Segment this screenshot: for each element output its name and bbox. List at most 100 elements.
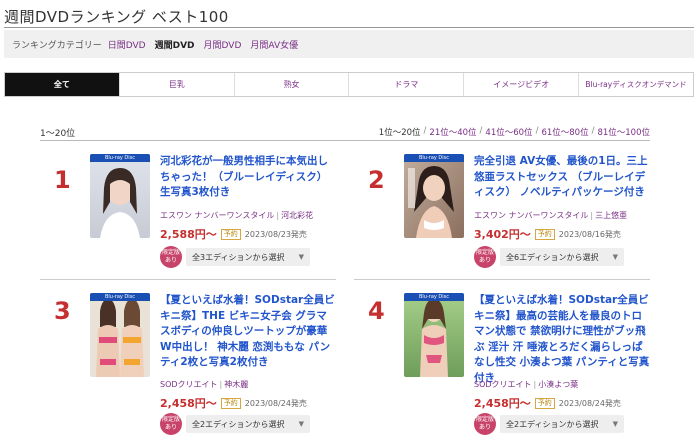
meta-separator: | bbox=[590, 211, 594, 220]
page-separator: / bbox=[535, 126, 539, 136]
category-link-daily[interactable]: 日間DVD bbox=[108, 38, 146, 51]
product-title-link[interactable]: 【夏といえば水着！SODstar全員ビキニ祭】最高の芸能人を最良のトロマン状態で… bbox=[474, 293, 650, 386]
genre-tabs: 全て 巨乳 熟女 ドラマ イメージビデオ Blu-rayディスクオンデマンド bbox=[4, 72, 694, 97]
maker-actress-row: エスワン ナンバーワンスタイル | 三上悠亜 bbox=[474, 210, 627, 221]
product-title-link[interactable]: 【夏といえば水着！SODstar全員ビキニ祭】THE ビキニ女子会 グラマスボデ… bbox=[160, 293, 336, 371]
maker-actress-row: SODクリエイト | 神木麗 bbox=[160, 379, 248, 390]
price-row: 2,458円～ 予約 2023/08/24発売 bbox=[160, 395, 307, 411]
page-title: 週間DVDランキング ベスト100 bbox=[4, 8, 229, 26]
edition-row: 限定版あり 全2エディションから選択 ▼ bbox=[474, 413, 624, 435]
rank-number: 1 bbox=[54, 166, 71, 194]
product-cover-image[interactable]: Blu-ray Disc bbox=[90, 154, 150, 238]
edition-select-label: 全6エディションから選択 bbox=[506, 252, 599, 262]
category-link-monthly-actress[interactable]: 月間AV女優 bbox=[250, 38, 298, 51]
page-link-5[interactable]: 81位～100位 bbox=[597, 126, 650, 138]
chevron-down-icon: ▼ bbox=[612, 420, 618, 428]
page-link-2[interactable]: 21位～40位 bbox=[429, 126, 476, 138]
bluray-badge: Blu-ray Disc bbox=[404, 293, 464, 301]
rank-number: 2 bbox=[368, 166, 385, 194]
edition-select[interactable]: 全3エディションから選択 ▼ bbox=[186, 248, 310, 266]
edition-select[interactable]: 全2エディションから選択 ▼ bbox=[500, 415, 624, 433]
edition-row: 限定版あり 全2エディションから選択 ▼ bbox=[160, 413, 310, 435]
edition-select[interactable]: 全2エディションから選択 ▼ bbox=[186, 415, 310, 433]
meta-separator: | bbox=[276, 211, 280, 220]
category-bar: ランキングカテゴリー 日間DVD 週間DVD 月間DVD 月間AV女優 bbox=[4, 30, 694, 58]
bluray-badge: Blu-ray Disc bbox=[404, 154, 464, 162]
title-divider bbox=[4, 27, 694, 28]
rank-number: 3 bbox=[54, 297, 71, 325]
range-divider bbox=[40, 140, 650, 141]
edition-select-label: 全2エディションから選択 bbox=[192, 419, 285, 429]
ranking-item: 4 Blu-ray Disc 【夏といえば水着！SODstar全員ビキニ祭】最高… bbox=[354, 293, 654, 435]
edition-row: 限定版あり 全6エディションから選択 ▼ bbox=[474, 246, 624, 268]
current-range: 1～20位 bbox=[40, 129, 76, 139]
limited-edition-badge: 限定版あり bbox=[160, 413, 182, 435]
price: 2,458円～ bbox=[160, 397, 217, 410]
tab-mature[interactable]: 熟女 bbox=[234, 73, 350, 96]
pagination: 1位～20位 / 21位～40位 / 41位～60位 / 61位～80位 / 8… bbox=[379, 126, 650, 138]
price: 2,588円～ bbox=[160, 228, 217, 241]
product-cover-image[interactable]: Blu-ray Disc bbox=[404, 293, 464, 377]
release-date: 2023/08/24発売 bbox=[244, 398, 307, 408]
bluray-badge: Blu-ray Disc bbox=[90, 293, 150, 301]
rank-number: 4 bbox=[368, 297, 385, 325]
actress-link[interactable]: 河北彩花 bbox=[281, 211, 313, 220]
edition-row: 限定版あり 全3エディションから選択 ▼ bbox=[160, 246, 310, 268]
price: 3,402円～ bbox=[474, 228, 531, 241]
category-link-monthly[interactable]: 月間DVD bbox=[204, 38, 242, 51]
limited-edition-badge: 限定版あり bbox=[474, 246, 496, 268]
preorder-badge: 予約 bbox=[220, 397, 241, 409]
release-date: 2023/08/16発売 bbox=[558, 229, 621, 239]
product-cover-image[interactable]: Blu-ray Disc bbox=[90, 293, 150, 377]
tab-big-breasts[interactable]: 巨乳 bbox=[119, 73, 235, 96]
tab-image-video[interactable]: イメージビデオ bbox=[464, 73, 580, 96]
tab-bluray-on-demand[interactable]: Blu-rayディスクオンデマンド bbox=[579, 73, 693, 96]
maker-link[interactable]: エスワン ナンバーワンスタイル bbox=[160, 211, 274, 220]
page-link-3[interactable]: 41位～60位 bbox=[485, 126, 532, 138]
product-title-link[interactable]: 河北彩花が一般男性相手に本気出しちゃった！（ブルーレイディスク） 生写真3枚付き bbox=[160, 154, 336, 201]
meta-separator: | bbox=[219, 380, 223, 389]
actress-link[interactable]: 神木麗 bbox=[224, 380, 248, 389]
release-date: 2023/08/24発売 bbox=[558, 398, 621, 408]
ranking-item: 3 Blu-ray Disc 【夏といえば水着！SODstar全員ビキニ祭】TH… bbox=[40, 293, 340, 435]
limited-edition-badge: 限定版あり bbox=[160, 246, 182, 268]
meta-separator: | bbox=[533, 380, 537, 389]
page-separator: / bbox=[479, 126, 483, 136]
item-divider bbox=[354, 279, 650, 280]
category-label: ランキングカテゴリー bbox=[12, 40, 102, 51]
page-link-4[interactable]: 61位～80位 bbox=[541, 126, 588, 138]
preorder-badge: 予約 bbox=[534, 228, 555, 240]
price-row: 2,588円～ 予約 2023/08/23発売 bbox=[160, 226, 307, 242]
chevron-down-icon: ▼ bbox=[298, 420, 304, 428]
product-title-link[interactable]: 完全引退 AV女優、最後の1日。三上悠亜ラストセックス （ブルーレイディスク） … bbox=[474, 154, 650, 201]
page-separator: / bbox=[423, 126, 427, 136]
chevron-down-icon: ▼ bbox=[298, 253, 304, 261]
maker-actress-row: SODクリエイト | 小湊よつ葉 bbox=[474, 379, 578, 390]
preorder-badge: 予約 bbox=[220, 228, 241, 240]
edition-select-label: 全2エディションから選択 bbox=[506, 419, 599, 429]
maker-actress-row: エスワン ナンバーワンスタイル | 河北彩花 bbox=[160, 210, 313, 221]
actress-link[interactable]: 小湊よつ葉 bbox=[538, 380, 578, 389]
limited-edition-badge: 限定版あり bbox=[474, 413, 496, 435]
tab-drama[interactable]: ドラマ bbox=[349, 73, 465, 96]
release-date: 2023/08/23発売 bbox=[244, 229, 307, 239]
maker-link[interactable]: SODクリエイト bbox=[160, 380, 218, 389]
ranking-item: 2 Blu-ray Disc 完全引退 AV女優、最後の1日。三上悠亜ラストセッ… bbox=[354, 154, 654, 294]
price-row: 3,402円～ 予約 2023/08/16発売 bbox=[474, 226, 621, 242]
edition-select-label: 全3エディションから選択 bbox=[192, 252, 285, 262]
edition-select[interactable]: 全6エディションから選択 ▼ bbox=[500, 248, 624, 266]
price-row: 2,458円～ 予約 2023/08/24発売 bbox=[474, 395, 621, 411]
actress-link[interactable]: 三上悠亜 bbox=[595, 211, 627, 220]
page-link-1[interactable]: 1位～20位 bbox=[379, 126, 421, 138]
tab-all[interactable]: 全て bbox=[5, 73, 120, 96]
ranking-item: 1 Blu-ray Disc 河北彩花が一般男性相手に本気出しちゃった！（ブルー… bbox=[40, 154, 340, 294]
preorder-badge: 予約 bbox=[534, 397, 555, 409]
category-link-weekly[interactable]: 週間DVD bbox=[155, 38, 195, 51]
chevron-down-icon: ▼ bbox=[612, 253, 618, 261]
maker-link[interactable]: エスワン ナンバーワンスタイル bbox=[474, 211, 588, 220]
price: 2,458円～ bbox=[474, 397, 531, 410]
page-separator: / bbox=[591, 126, 595, 136]
item-divider bbox=[40, 279, 336, 280]
maker-link[interactable]: SODクリエイト bbox=[474, 380, 532, 389]
product-cover-image[interactable]: Blu-ray Disc bbox=[404, 154, 464, 238]
